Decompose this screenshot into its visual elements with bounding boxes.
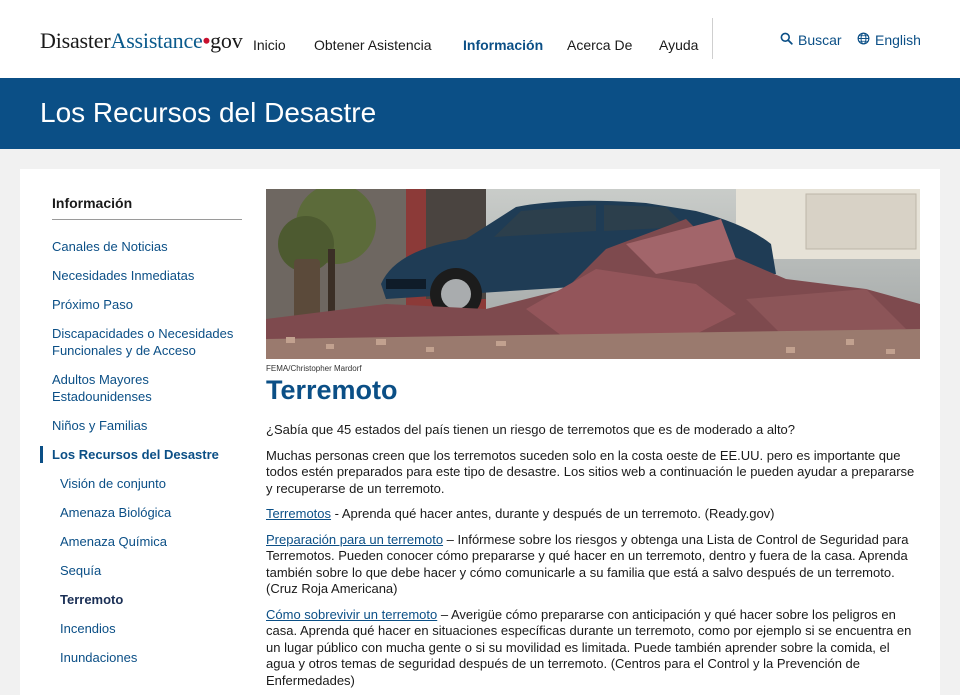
sidebar-subitem-sequia[interactable]: Sequía <box>52 562 242 579</box>
nav-obtener-asistencia[interactable]: Obtener Asistencia <box>314 37 432 53</box>
globe-icon <box>857 32 870 48</box>
nav-ayuda[interactable]: Ayuda <box>659 37 698 53</box>
sidebar-subitem-terremoto[interactable]: Terremoto <box>52 591 242 608</box>
page-banner: Los Recursos del Desastre <box>0 78 960 149</box>
sidebar-subitem-inundaciones[interactable]: Inundaciones <box>52 649 242 666</box>
logo-dot: • <box>202 28 211 53</box>
language-toggle[interactable]: English <box>857 32 921 48</box>
search-button[interactable]: Buscar <box>780 32 842 48</box>
sidebar-item-discapacidades[interactable]: Discapacidades o Necesidades Funcionales… <box>52 325 242 359</box>
nav-acerca-de[interactable]: Acerca De <box>567 37 632 53</box>
logo-text-gov: gov <box>210 28 243 53</box>
resource-description: - Aprenda qué hacer antes, durante y des… <box>331 506 775 521</box>
content-card: Información Canales de Noticias Necesida… <box>20 169 940 695</box>
language-label: English <box>875 32 921 48</box>
sidebar-subitem-amenaza-quimica[interactable]: Amenaza Química <box>52 533 242 550</box>
sidebar-item-proximo-paso[interactable]: Próximo Paso <box>52 296 242 313</box>
sidebar-title: Información <box>52 195 242 220</box>
sidebar-subitem-incendios[interactable]: Incendios <box>52 620 242 637</box>
resource-link-como-sobrevivir[interactable]: Cómo sobrevivir un terremoto <box>266 607 437 622</box>
resource-item: Preparación para un terremoto – Infórmes… <box>266 532 920 598</box>
intro-paragraph: ¿Sabía que 45 estados del país tienen un… <box>266 422 796 437</box>
sidebar-item-adultos-mayores[interactable]: Adultos Mayores Estadounidenses <box>52 371 242 405</box>
sidebar-item-ninos-y-familias[interactable]: Niños y Familias <box>52 417 242 434</box>
resource-item: Terremotos - Aprenda qué hacer antes, du… <box>266 506 920 523</box>
page-title: Terremoto <box>266 375 398 405</box>
nav-inicio[interactable]: Inicio <box>253 37 286 53</box>
photo-credit: FEMA/Christopher Mardorf <box>266 364 362 373</box>
sidebar-nav: Información Canales de Noticias Necesida… <box>40 195 242 678</box>
sidebar-subitem-amenaza-biologica[interactable]: Amenaza Biológica <box>52 504 242 521</box>
earthquake-photo <box>266 189 920 359</box>
nav-divider <box>712 18 713 59</box>
logo-text-assistance: Assistance <box>110 28 203 53</box>
banner-title: Los Recursos del Desastre <box>40 97 377 128</box>
sidebar-item-recursos-del-desastre[interactable]: Los Recursos del Desastre <box>40 446 242 463</box>
sidebar-item-necesidades-inmediatas[interactable]: Necesidades Inmediatas <box>52 267 242 284</box>
site-header: DisasterAssistance•gov Inicio Obtener As… <box>0 0 960 78</box>
resource-link-terremotos[interactable]: Terremotos <box>266 506 331 521</box>
sidebar-list: Canales de Noticias Necesidades Inmediat… <box>40 238 242 666</box>
description-paragraph: Muchas personas creen que los terremotos… <box>266 447 915 496</box>
logo-text-disaster: Disaster <box>40 28 111 53</box>
resource-link-preparacion[interactable]: Preparación para un terremoto <box>266 532 443 547</box>
main-content: FEMA/Christopher Mardorf Terremoto ¿Sabí… <box>266 189 920 689</box>
site-logo[interactable]: DisasterAssistance•gov <box>40 28 243 54</box>
search-label: Buscar <box>798 32 842 48</box>
resource-item: Cómo sobrevivir un terremoto – Averigüe … <box>266 607 920 690</box>
sidebar-subitem-vision-de-conjunto[interactable]: Visión de conjunto <box>52 475 242 492</box>
nav-informacion[interactable]: Información <box>463 37 543 53</box>
sidebar-item-canales-de-noticias[interactable]: Canales de Noticias <box>52 238 242 255</box>
search-icon <box>780 32 793 48</box>
